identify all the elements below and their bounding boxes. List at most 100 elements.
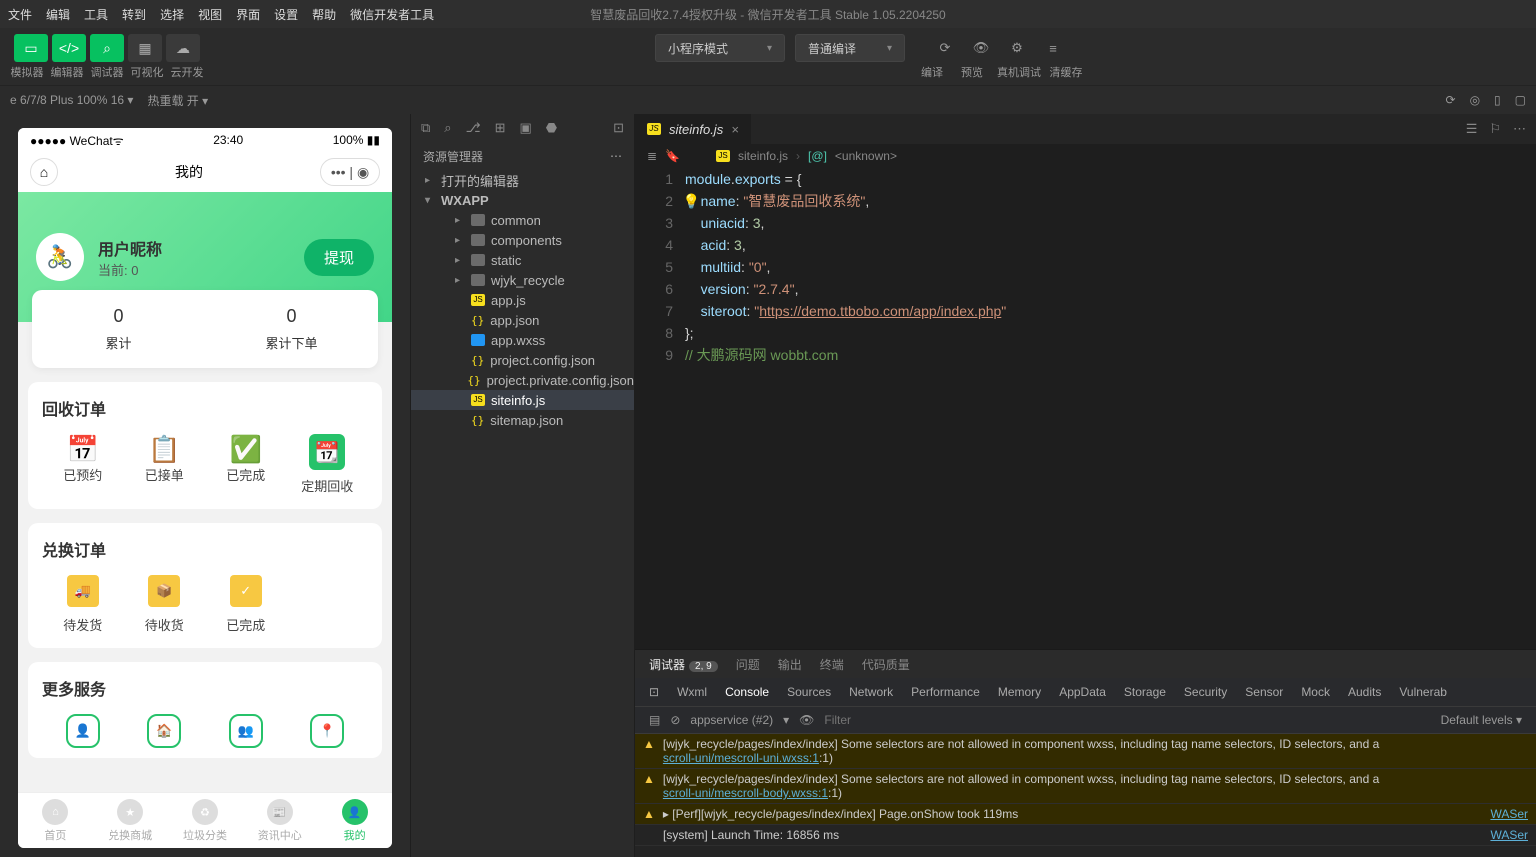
remote-debug-button[interactable]: ⚙: [1001, 34, 1033, 62]
bug-icon[interactable]: ⬣: [546, 120, 557, 136]
git-icon[interactable]: ⎇: [466, 120, 481, 136]
tab-mock[interactable]: Mock: [1301, 685, 1330, 699]
to-ship[interactable]: 🚚待发货: [42, 575, 124, 634]
clear-cache-button[interactable]: ≡: [1037, 34, 1069, 62]
tab-output[interactable]: 输出: [778, 656, 802, 673]
device-icon[interactable]: ▯: [1494, 93, 1501, 107]
menu-item[interactable]: 转到: [122, 6, 146, 23]
simulator-toggle[interactable]: ▭: [14, 34, 48, 62]
tab-mall[interactable]: ★兑换商城: [93, 793, 168, 848]
bc-bookmark-icon[interactable]: 🔖: [665, 149, 680, 163]
service-item[interactable]: 👥: [205, 714, 287, 754]
tab-debugger[interactable]: 调试器2, 9: [649, 656, 718, 673]
cloud-dev[interactable]: ☁: [166, 34, 200, 62]
more-icon[interactable]: ⊡: [613, 120, 624, 136]
menu-item[interactable]: 选择: [160, 6, 184, 23]
bc-symbol[interactable]: <unknown>: [835, 149, 897, 163]
menu-item[interactable]: 微信开发者工具: [350, 6, 434, 23]
code-editor[interactable]: 1module.exports = { 2 💡name: "智慧废品回收系统",…: [635, 168, 1536, 649]
layout-icon[interactable]: ☰: [1466, 121, 1478, 137]
bookmark-icon[interactable]: ⚐: [1489, 121, 1501, 137]
folder-wjyk-recycle[interactable]: ▸wjyk_recycle: [411, 270, 634, 290]
editor-tab[interactable]: JS siteinfo.js ×: [635, 114, 751, 144]
service-item[interactable]: 📍: [287, 714, 369, 754]
tab-sensor[interactable]: Sensor: [1245, 685, 1283, 699]
bc-file[interactable]: siteinfo.js: [738, 149, 788, 163]
compile-select[interactable]: 普通编译: [795, 34, 905, 62]
context-select[interactable]: appservice (#2) ▾: [690, 713, 789, 727]
to-receive[interactable]: 📦待收货: [124, 575, 206, 634]
search-icon[interactable]: ⌕: [444, 120, 451, 136]
home-icon[interactable]: ⌂: [30, 158, 58, 186]
tab-audits[interactable]: Audits: [1348, 685, 1381, 699]
menu-item[interactable]: 编辑: [46, 6, 70, 23]
mode-select[interactable]: 小程序模式: [655, 34, 785, 62]
tab-performance[interactable]: Performance: [911, 685, 980, 699]
preview-button[interactable]: 👁: [965, 34, 997, 62]
tab-home[interactable]: ⌂首页: [18, 793, 93, 848]
folder-components[interactable]: ▸components: [411, 230, 634, 250]
menu-item[interactable]: 工具: [84, 6, 108, 23]
avatar[interactable]: 🚴: [36, 233, 84, 281]
filter-input[interactable]: [824, 713, 1430, 727]
group-open-editors[interactable]: ▸打开的编辑器: [411, 170, 634, 190]
more-icon[interactable]: ⋯: [1513, 121, 1526, 137]
file-siteinfo-js[interactable]: JSsiteinfo.js: [411, 390, 634, 410]
ext-icon[interactable]: ⊞: [495, 120, 506, 136]
tab-problems[interactable]: 问题: [736, 656, 760, 673]
menu-item[interactable]: 视图: [198, 6, 222, 23]
stat-item[interactable]: 0累计下单: [205, 306, 378, 352]
menu-item[interactable]: 帮助: [312, 6, 336, 23]
tab-network[interactable]: Network: [849, 685, 893, 699]
folder-static[interactable]: ▸static: [411, 250, 634, 270]
sidebar-toggle-icon[interactable]: ▤: [649, 713, 660, 727]
debugger-toggle[interactable]: ⌕: [90, 34, 124, 62]
file-app-js[interactable]: JSapp.js: [411, 290, 634, 310]
visual-toggle[interactable]: ▦: [128, 34, 162, 62]
tab-news[interactable]: 📰资讯中心: [242, 793, 317, 848]
source-link[interactable]: WASer: [1490, 807, 1528, 821]
tab-quality[interactable]: 代码质量: [862, 656, 910, 673]
folder-common[interactable]: ▸common: [411, 210, 634, 230]
file-sitemap-json[interactable]: {}sitemap.json: [411, 410, 634, 430]
record-icon[interactable]: ◎: [1470, 93, 1480, 107]
hot-reload[interactable]: 热重载 开 ▾: [147, 92, 208, 109]
tab-terminal[interactable]: 终端: [820, 656, 844, 673]
tab-security[interactable]: Security: [1184, 685, 1227, 699]
tab-sort[interactable]: ♻垃圾分类: [168, 793, 243, 848]
stat-item[interactable]: 0累计: [32, 306, 205, 352]
tab-memory[interactable]: Memory: [998, 685, 1041, 699]
bc-list-icon[interactable]: ≣: [647, 149, 657, 163]
order-accepted[interactable]: 📋已接单: [124, 434, 206, 495]
service-item[interactable]: 👤: [42, 714, 124, 754]
tab-sources[interactable]: Sources: [787, 685, 831, 699]
file-project-config[interactable]: {}project.config.json: [411, 350, 634, 370]
ext2-icon[interactable]: ▣: [519, 120, 531, 136]
clear-console-icon[interactable]: ⊘: [670, 713, 680, 727]
levels-select[interactable]: Default levels ▾: [1441, 713, 1522, 727]
menu-item[interactable]: 设置: [274, 6, 298, 23]
file-app-wxss[interactable]: app.wxss: [411, 330, 634, 350]
tab-wxml[interactable]: Wxml: [677, 685, 707, 699]
tab-console[interactable]: Console: [725, 685, 769, 699]
console-output[interactable]: ▲ [wjyk_recycle/pages/index/index] Some …: [635, 734, 1536, 857]
tab-storage[interactable]: Storage: [1124, 685, 1166, 699]
source-link[interactable]: scroll-uni/mescroll-body.wxss:1: [663, 786, 828, 800]
more-icon[interactable]: ▢: [1515, 93, 1526, 107]
withdraw-button[interactable]: 提现: [304, 239, 374, 276]
menu-item[interactable]: 界面: [236, 6, 260, 23]
compile-button[interactable]: ⟳: [929, 34, 961, 62]
tab-vulnerability[interactable]: Vulnerab: [1399, 685, 1447, 699]
close-icon[interactable]: ×: [731, 122, 739, 137]
files-icon[interactable]: ⧉: [421, 120, 430, 136]
refresh-icon[interactable]: ⟳: [1446, 93, 1456, 107]
source-link[interactable]: scroll-uni/mescroll-uni.wxss:1: [663, 751, 819, 765]
group-wxapp[interactable]: ▾WXAPP: [411, 190, 634, 210]
editor-toggle[interactable]: </>: [52, 34, 86, 62]
menu-item[interactable]: 文件: [8, 6, 32, 23]
eye-icon[interactable]: 👁: [799, 713, 814, 727]
more-icon[interactable]: ⋯: [610, 149, 622, 163]
file-project-private-config[interactable]: {}project.private.config.json: [411, 370, 634, 390]
exchange-done[interactable]: ✓已完成: [205, 575, 287, 634]
inspect-icon[interactable]: ⊡: [649, 685, 659, 699]
